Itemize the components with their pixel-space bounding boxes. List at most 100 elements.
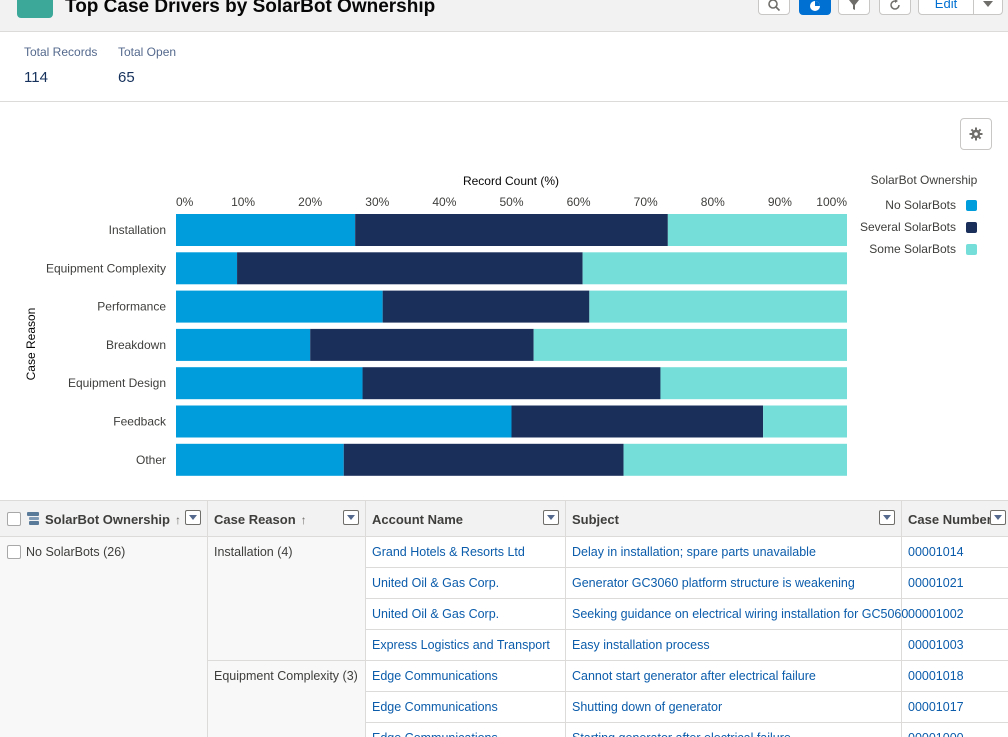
col-subject-label: Subject [572, 512, 619, 527]
bar-segment[interactable] [237, 252, 583, 285]
bar-segment[interactable] [176, 443, 344, 476]
group-label: No SolarBots (26) [26, 545, 126, 559]
bar-segment[interactable] [176, 328, 311, 361]
bar-segment[interactable] [660, 367, 847, 400]
bar-segment[interactable] [176, 405, 512, 438]
select-all-checkbox[interactable] [7, 512, 21, 526]
bar-segment[interactable] [176, 214, 356, 246]
col-case-number-label: Case Number [908, 512, 992, 527]
x-axis-ticks: 0% 10% 20% 30% 40% 50% 60% 70% 80% 90% 100% [176, 195, 847, 209]
col-case-reason[interactable]: Case Reason ↑ [208, 501, 366, 537]
x-tick-label: 100% [816, 195, 847, 209]
legend-swatch[interactable] [966, 200, 977, 211]
edit-label: Edit [934, 0, 958, 11]
row-divider [366, 722, 1008, 723]
case-number-link[interactable]: 00001000 [908, 731, 964, 737]
bar-segment[interactable] [667, 214, 847, 246]
bar-segment[interactable] [623, 443, 847, 476]
legend-swatch[interactable] [966, 244, 977, 255]
account-link[interactable]: Edge Communications [372, 731, 498, 737]
category-label: Other [136, 453, 166, 467]
page-header: Top Case Drivers by SolarBot Ownership E… [0, 0, 1008, 32]
row-checkbox[interactable] [7, 545, 21, 559]
case-number-link[interactable]: 00001003 [908, 638, 964, 652]
x-tick-label: 40% [432, 195, 456, 209]
account-link[interactable]: United Oil & Gas Corp. [372, 607, 499, 621]
chart-toggle-button[interactable] [799, 0, 831, 15]
table-body: No SolarBots (26) Installation (4) Equip… [0, 537, 1008, 737]
bar-segment[interactable] [362, 367, 661, 400]
case-number-link[interactable]: 00001014 [908, 545, 964, 559]
total-open-label: Total Open [118, 45, 177, 59]
bar-segment[interactable] [355, 214, 668, 246]
row-divider [366, 629, 1008, 630]
case-number-link[interactable]: 00001002 [908, 607, 964, 621]
case-number-link[interactable]: 00001018 [908, 669, 964, 683]
total-records-label: Total Records [24, 45, 98, 59]
bar-segment[interactable] [176, 367, 363, 400]
col-account-name[interactable]: Account Name [366, 501, 566, 537]
bar-segment[interactable] [763, 405, 847, 438]
x-tick-label: 20% [298, 195, 322, 209]
report-table: SolarBot Ownership ↑ Case Reason ↑ Account… [0, 500, 1008, 737]
subject-link[interactable]: Delay in installation; spare parts unava… [572, 545, 816, 559]
table-header: SolarBot Ownership ↑ Case Reason ↑ Account… [0, 500, 1008, 537]
search-button[interactable] [758, 0, 790, 15]
column-menu-button[interactable] [990, 510, 1006, 525]
subject-link[interactable]: Seeking guidance on electrical wiring in… [572, 607, 908, 621]
x-tick-label: 70% [634, 195, 658, 209]
bar-segment[interactable] [589, 290, 847, 323]
category-label: Feedback [113, 415, 167, 429]
bar-segment[interactable] [176, 252, 238, 285]
group-label: Installation (4) [214, 545, 293, 559]
account-link[interactable]: Grand Hotels & Resorts Ltd [372, 545, 525, 559]
bars [176, 214, 847, 476]
legend: SolarBot Ownership No SolarBots Several S… [860, 173, 978, 256]
bar-segment[interactable] [343, 443, 624, 476]
column-menu-button[interactable] [879, 510, 895, 525]
subject-link[interactable]: Shutting down of generator [572, 700, 722, 714]
refresh-icon [890, 0, 900, 10]
account-link[interactable]: Edge Communications [372, 700, 498, 714]
chart-settings-button[interactable] [960, 118, 992, 150]
x-tick-label: 60% [567, 195, 591, 209]
column-menu-button[interactable] [543, 510, 559, 525]
edit-button[interactable]: Edit [918, 0, 974, 15]
subject-link[interactable]: Easy installation process [572, 638, 710, 652]
legend-item-label: No SolarBots [885, 198, 956, 212]
subject-link[interactable]: Generator GC3060 platform structure is w… [572, 576, 855, 590]
group-cell-solarbot-ownership: No SolarBots (26) [0, 537, 208, 737]
more-actions-button[interactable] [973, 0, 1003, 15]
y-axis-title: Case Reason [24, 308, 38, 381]
category-label: Installation [109, 223, 166, 237]
search-icon [768, 0, 781, 12]
page-title: Top Case Drivers by SolarBot Ownership [65, 0, 436, 17]
x-tick-label: 30% [365, 195, 389, 209]
account-link[interactable]: Express Logistics and Transport [372, 638, 550, 652]
filter-button[interactable] [838, 0, 870, 15]
col-subject[interactable]: Subject [566, 501, 902, 537]
bar-segment[interactable] [382, 290, 590, 323]
account-link[interactable]: Edge Communications [372, 669, 498, 683]
bar-segment[interactable] [310, 328, 534, 361]
subject-link[interactable]: Cannot start generator after electrical … [572, 669, 816, 683]
legend-item-label: Several SolarBots [860, 220, 956, 234]
refresh-button[interactable] [879, 0, 911, 15]
bar-segment[interactable] [176, 290, 383, 323]
col-solarbot-ownership[interactable]: SolarBot Ownership ↑ [0, 501, 208, 537]
bar-segment[interactable] [533, 328, 847, 361]
col-case-number[interactable]: Case Number [902, 501, 1008, 537]
column-menu-button[interactable] [343, 510, 359, 525]
legend-swatch[interactable] [966, 222, 977, 233]
case-number-link[interactable]: 00001017 [908, 700, 964, 714]
bar-segment[interactable] [511, 405, 764, 438]
group-cell-installation: Installation (4) [208, 537, 366, 661]
subject-link[interactable]: Starting generator after electrical fail… [572, 731, 791, 737]
bar-segment[interactable] [582, 252, 847, 285]
column-menu-button[interactable] [185, 510, 201, 525]
case-number-link[interactable]: 00001021 [908, 576, 964, 590]
account-link[interactable]: United Oil & Gas Corp. [372, 576, 499, 590]
sort-ascending-icon: ↑ [300, 513, 307, 527]
stacked-bar-chart: Record Count (%) Case Reason 0% 10% 20% 30%… [24, 173, 978, 476]
category-label: Equipment Complexity [46, 261, 166, 275]
